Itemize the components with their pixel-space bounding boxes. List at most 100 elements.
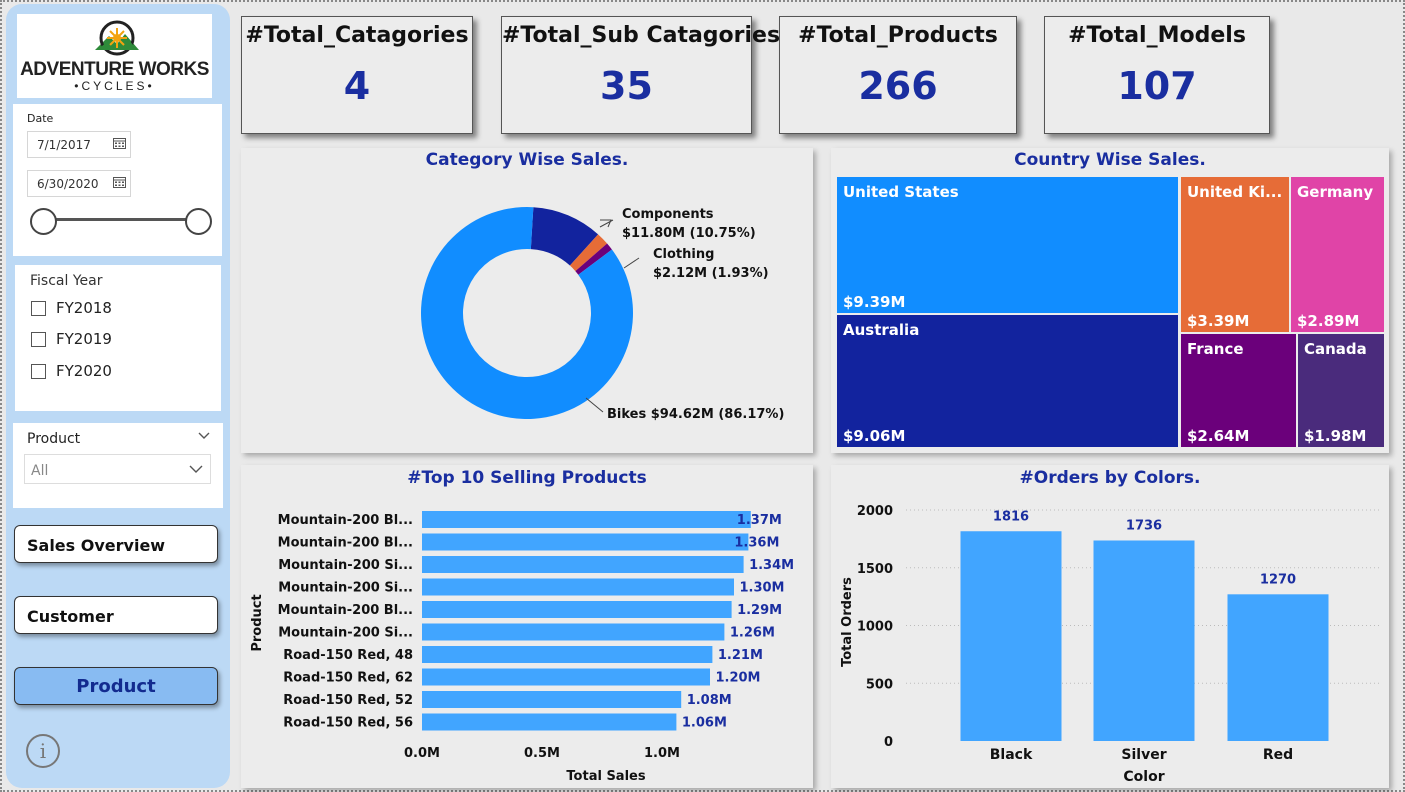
- company-logo: ADVENTURE WORKS •CYCLES•: [17, 14, 212, 98]
- treemap-cell-name: United States: [843, 183, 959, 201]
- fiscal-year-title: Fiscal Year: [30, 273, 103, 289]
- treemap-cell-name: Canada: [1304, 340, 1367, 358]
- product-category-label: Road-150 Red, 62: [283, 671, 413, 686]
- top-products-bar-chart: Mountain-200 Bl... 1.37M Mountain-200 Bl..…: [250, 511, 794, 784]
- treemap-cell-value: $9.39M: [843, 293, 906, 311]
- components-leader-line: [599, 219, 614, 228]
- info-icon[interactable]: i: [26, 734, 60, 768]
- kpi-total-products: #Total_Products 266: [779, 16, 1017, 134]
- category-sales-card: Category Wise Sales. Components $11.80M …: [241, 148, 813, 453]
- kpi-total-categories: #Total_Catagories 4: [241, 16, 473, 134]
- treemap-cell-value: $2.64M: [1187, 427, 1250, 445]
- color-bar-data-label: 1736: [1126, 518, 1162, 533]
- product-dropdown-value: All: [31, 463, 49, 479]
- calendar-icon[interactable]: [113, 176, 126, 188]
- top-products-card: #Top 10 Selling Products Mountain-200 Bl…: [241, 465, 813, 788]
- product-bar[interactable]: [422, 556, 744, 573]
- kpi-value: 35: [600, 64, 653, 108]
- date-slicer: Date 7/1/2017 6/30/2020: [13, 104, 222, 256]
- treemap-cell-name: Germany: [1297, 183, 1374, 201]
- start-date-value: 7/1/2017: [37, 138, 91, 152]
- treemap-cell-name: United Ki...: [1187, 183, 1283, 201]
- kpi-total-subcategories: #Total_Sub Catagories 35: [501, 16, 781, 134]
- chevron-down-icon[interactable]: [197, 429, 211, 443]
- treemap-cell-canada[interactable]: Canada $1.98M: [1298, 334, 1384, 447]
- product-bar[interactable]: [422, 713, 677, 731]
- product-data-label: 1.36M: [734, 536, 779, 551]
- calendar-icon[interactable]: [113, 137, 126, 149]
- product-data-label: 1.08M: [687, 693, 732, 708]
- color-bar[interactable]: [1227, 594, 1329, 741]
- product-bar[interactable]: [422, 623, 725, 641]
- treemap-cell-united-kingdom[interactable]: United Ki... $3.39M: [1181, 177, 1289, 332]
- x-tick-label: Red: [1263, 747, 1293, 763]
- orders-by-color-card: #Orders by Colors. 0 500 1000 1500 2000 1816 B…: [831, 465, 1389, 788]
- product-data-label: 1.26M: [730, 626, 775, 641]
- treemap-cell-germany[interactable]: Germany $2.89M: [1291, 177, 1384, 332]
- treemap-cell-france[interactable]: France $2.64M: [1181, 334, 1296, 447]
- treemap-cell-value: $3.39M: [1187, 312, 1250, 330]
- fiscal-year-option-label: FY2020: [56, 362, 112, 380]
- product-bar[interactable]: [422, 511, 751, 528]
- color-bar[interactable]: [960, 531, 1062, 741]
- end-date-input[interactable]: 6/30/2020: [27, 170, 131, 197]
- product-category-label: Road-150 Red, 56: [283, 716, 413, 731]
- donut-label-clothing-value: $2.12M (1.93%): [653, 266, 769, 281]
- product-category-label: Mountain-200 Bl...: [278, 513, 413, 528]
- kpi-title: #Total_Sub Catagories: [502, 23, 781, 48]
- date-range-end-handle[interactable]: [185, 208, 212, 235]
- start-date-input[interactable]: 7/1/2017: [27, 131, 131, 158]
- x-tick-label: Silver: [1121, 747, 1166, 763]
- product-dropdown[interactable]: All: [24, 454, 211, 484]
- logo-text: ADVENTURE WORKS: [20, 59, 209, 80]
- donut-label-clothing-name: Clothing: [653, 247, 714, 262]
- chart-title: Country Wise Sales.: [1014, 150, 1206, 170]
- checkbox[interactable]: [31, 363, 46, 379]
- date-range-start-handle[interactable]: [30, 208, 57, 235]
- product-bar[interactable]: [422, 691, 682, 708]
- treemap-cell-value: $2.89M: [1297, 312, 1360, 330]
- product-data-label: 1.20M: [715, 671, 760, 686]
- treemap-cell-value: $1.98M: [1304, 427, 1367, 445]
- donut-label-components-name: Components: [622, 207, 714, 222]
- kpi-title: #Total_Catagories: [245, 23, 469, 48]
- treemap-cell-name: France: [1187, 340, 1244, 358]
- product-category-label: Mountain-200 Si...: [278, 581, 413, 596]
- treemap-cell-australia[interactable]: Australia $9.06M: [837, 315, 1178, 447]
- kpi-value: 107: [1117, 64, 1197, 108]
- treemap-cell-value: $9.06M: [843, 427, 906, 445]
- customer-nav-button[interactable]: Customer: [14, 596, 218, 634]
- kpi-total-models: #Total_Models 107: [1044, 16, 1270, 134]
- x-tick-label: Black: [990, 747, 1033, 763]
- product-bar[interactable]: [422, 601, 732, 618]
- treemap-cell-united-states[interactable]: United States $9.39M: [837, 177, 1178, 313]
- chevron-down-icon[interactable]: [188, 461, 204, 477]
- y-axis-label: Product: [250, 594, 265, 651]
- product-bar[interactable]: [422, 646, 713, 663]
- fiscal-year-option[interactable]: FY2020: [31, 362, 112, 380]
- color-bar[interactable]: [1093, 540, 1195, 741]
- date-range-track[interactable]: [43, 218, 199, 221]
- country-sales-card: Country Wise Sales. United States $9.39M…: [831, 148, 1389, 453]
- product-bar[interactable]: [422, 578, 734, 596]
- x-tick-label: 0.0M: [404, 746, 440, 761]
- fiscal-year-option[interactable]: FY2019: [31, 330, 112, 348]
- sales-overview-nav-button[interactable]: Sales Overview: [14, 525, 218, 563]
- product-bar[interactable]: [422, 533, 749, 551]
- product-category-label: Road-150 Red, 48: [283, 648, 413, 663]
- y-tick-label: 0: [884, 735, 893, 750]
- checkbox[interactable]: [31, 331, 46, 347]
- fiscal-year-option[interactable]: FY2018: [31, 299, 112, 317]
- product-data-label: 1.29M: [737, 603, 782, 618]
- product-nav-button[interactable]: Product: [14, 667, 218, 705]
- checkbox[interactable]: [31, 300, 46, 316]
- end-date-value: 6/30/2020: [37, 177, 99, 191]
- product-data-label: 1.30M: [739, 581, 784, 596]
- kpi-value: 4: [343, 64, 371, 108]
- kpi-title: #Total_Products: [798, 23, 998, 48]
- x-axis-label: Color: [1123, 769, 1164, 785]
- fiscal-year-slicer: Fiscal Year FY2018 FY2019 FY2020: [15, 265, 221, 411]
- product-bar[interactable]: [422, 668, 710, 686]
- product-data-label: 1.34M: [749, 558, 794, 573]
- product-data-label: 1.06M: [682, 716, 727, 731]
